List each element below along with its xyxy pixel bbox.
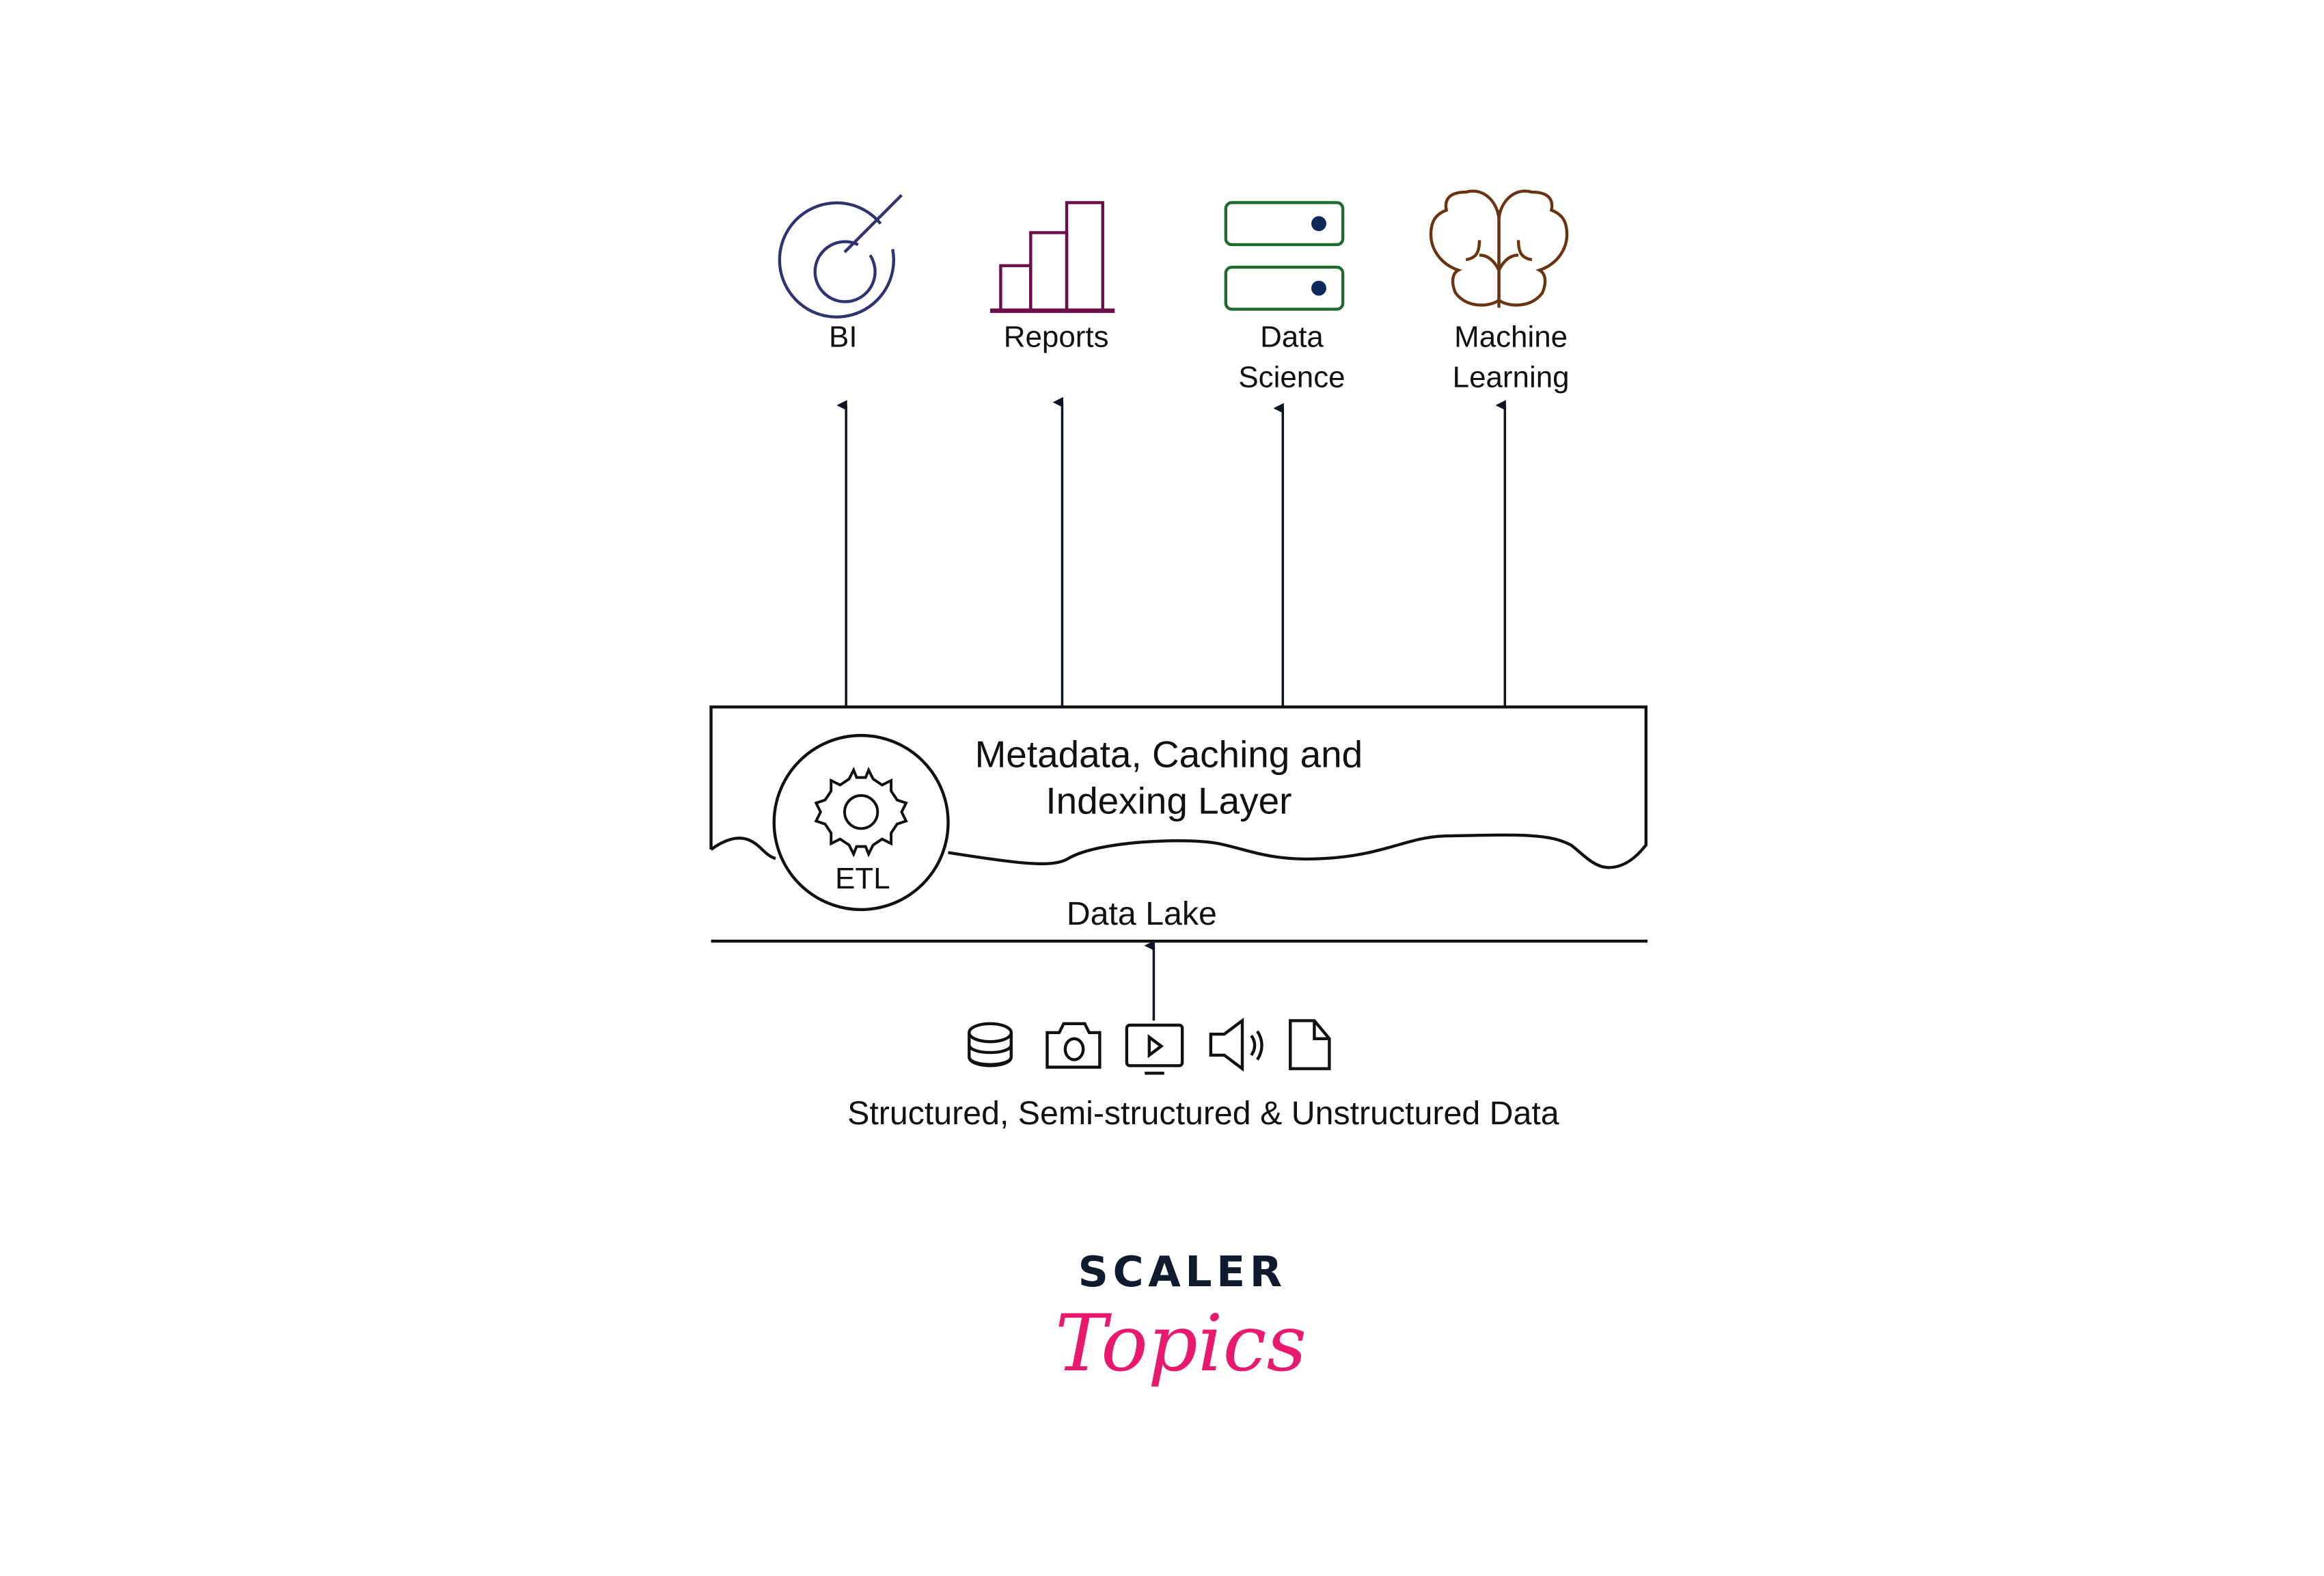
- reports-label: Reports: [1004, 320, 1109, 353]
- layer-title-line2: Indexing Layer: [1045, 779, 1291, 821]
- logo-scaler: SCALER: [1078, 1247, 1287, 1296]
- data-science-label-2: Science: [1238, 361, 1345, 394]
- bar-chart-icon: [990, 201, 1115, 313]
- sources-caption: Structured, Semi-structured & Unstructur…: [847, 1095, 1559, 1132]
- speaker-icon: [1209, 1018, 1263, 1072]
- brain-icon: [1429, 189, 1569, 308]
- data-lake-label: Data Lake: [1067, 895, 1217, 932]
- layer-title-line1: Metadata, Caching and: [975, 733, 1363, 775]
- database-icon: [968, 1022, 1013, 1068]
- data-lake-diagram: BI Reports Data Science Machine Learning…: [709, 189, 1648, 1389]
- etl-label: ETL: [835, 862, 890, 895]
- bi-label: BI: [829, 320, 857, 353]
- camera-icon: [1045, 1022, 1102, 1069]
- machine-learning-label-2: Learning: [1453, 361, 1570, 394]
- machine-learning-label-1: Machine: [1454, 320, 1568, 353]
- target-icon: [778, 193, 903, 318]
- file-icon: [1289, 1019, 1331, 1070]
- video-icon: [1125, 1023, 1184, 1075]
- scaler-topics-logo: SCALER Topics: [1055, 1247, 1307, 1389]
- data-science-label-1: Data: [1260, 320, 1324, 353]
- logo-topics: Topics: [1055, 1298, 1307, 1389]
- server-icon: [1224, 201, 1345, 311]
